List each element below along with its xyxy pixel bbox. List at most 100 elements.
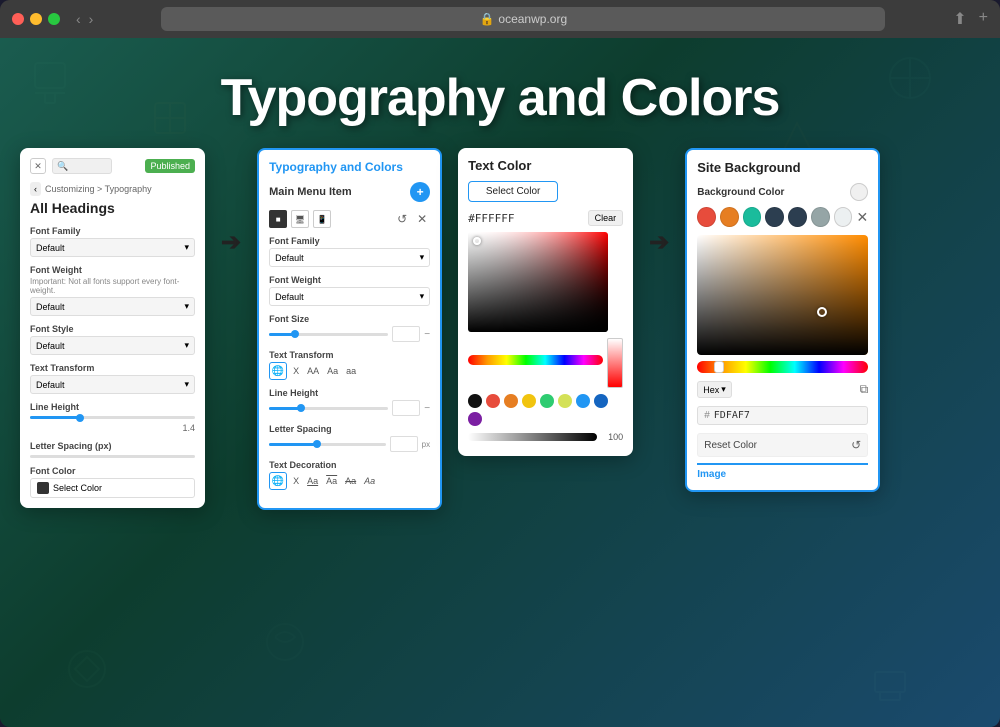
customizer-search[interactable]: 🔍 bbox=[52, 158, 112, 174]
hex-dropdown[interactable]: Hex ▾ bbox=[697, 381, 732, 398]
swatch-orange[interactable] bbox=[720, 207, 739, 227]
typo-font-weight-value: Default bbox=[275, 292, 304, 302]
gradient-black-overlay bbox=[468, 232, 608, 332]
minus-icon[interactable]: − bbox=[424, 403, 430, 414]
opacity-bar[interactable] bbox=[607, 338, 623, 388]
preset-red[interactable] bbox=[486, 394, 500, 408]
new-tab-icon[interactable]: + bbox=[979, 9, 988, 29]
back-button[interactable]: ‹ bbox=[30, 182, 41, 196]
bg-color-circle[interactable] bbox=[850, 183, 868, 201]
hue-slider-wide[interactable] bbox=[697, 361, 868, 373]
image-tab[interactable]: Image bbox=[697, 463, 868, 480]
refresh-icon[interactable]: ↺ bbox=[851, 438, 861, 452]
clear-label: Clear bbox=[595, 213, 617, 223]
preset-purple[interactable] bbox=[468, 412, 482, 426]
globe-dec-icon[interactable]: 🌐 bbox=[269, 472, 287, 490]
maximize-dot[interactable] bbox=[48, 13, 60, 25]
select-color-button[interactable]: Select Color bbox=[30, 478, 195, 498]
url-text: oceanwp.org bbox=[498, 12, 567, 26]
line-height-input[interactable] bbox=[392, 400, 420, 416]
share-icon[interactable]: ⬆ bbox=[953, 9, 966, 29]
back-nav: ‹ Customizing > Typography bbox=[30, 182, 195, 196]
preset-orange[interactable] bbox=[504, 394, 518, 408]
url-bar[interactable]: 🔒 oceanwp.org bbox=[161, 7, 885, 31]
opacity-slider[interactable] bbox=[468, 433, 597, 441]
font-color-section: Font Color Select Color bbox=[30, 466, 195, 498]
letter-spacing-input[interactable] bbox=[390, 436, 418, 452]
transform-x[interactable]: X bbox=[291, 366, 301, 376]
swatch-light[interactable] bbox=[834, 207, 853, 227]
font-weight-select[interactable]: Default ▾ bbox=[30, 297, 195, 316]
font-size-slider[interactable] bbox=[269, 333, 388, 336]
letter-spacing-slider[interactable] bbox=[269, 443, 386, 446]
text-transform-select[interactable]: Default ▾ bbox=[30, 375, 195, 394]
back-button[interactable]: ‹ bbox=[76, 11, 81, 27]
desktop-icon[interactable]: 🖥 bbox=[291, 210, 309, 228]
transform-aa-title[interactable]: Aa bbox=[325, 366, 340, 376]
preset-yellow[interactable] bbox=[522, 394, 536, 408]
dec-linethrough[interactable]: Aa bbox=[343, 476, 358, 486]
dec-italic[interactable]: Aa bbox=[362, 476, 377, 486]
select-color-button[interactable]: Select Color bbox=[468, 181, 558, 202]
typo-line-height-slider-row: − bbox=[269, 400, 430, 416]
close-swatch-icon[interactable]: ✕ bbox=[856, 209, 868, 226]
customizer-close[interactable]: ✕ bbox=[30, 158, 46, 174]
hex-section: Hex ▾ ⧉ bbox=[697, 381, 868, 398]
swatch-red[interactable] bbox=[697, 207, 716, 227]
close-dot[interactable] bbox=[12, 13, 24, 25]
minus-icon[interactable]: − bbox=[424, 329, 430, 340]
typo-letter-spacing-slider-row: px bbox=[269, 436, 430, 452]
dec-overline[interactable]: Aa bbox=[324, 476, 339, 486]
typo-font-family-select[interactable]: Default ▾ bbox=[269, 248, 430, 267]
clear-button[interactable]: Clear bbox=[588, 210, 624, 226]
opacity-value: 100 bbox=[601, 432, 623, 442]
swatch-dark[interactable] bbox=[788, 207, 807, 227]
color-swatch bbox=[37, 482, 49, 494]
font-style-select[interactable]: Default ▾ bbox=[30, 336, 195, 355]
font-family-select[interactable]: Default ▾ bbox=[30, 238, 195, 257]
hue-slider[interactable] bbox=[468, 355, 603, 365]
color-picker-icon[interactable]: ■ bbox=[269, 210, 287, 228]
transform-aa-upper[interactable]: AA bbox=[305, 366, 321, 376]
mobile-icon[interactable]: 📱 bbox=[313, 210, 331, 228]
lock-icon: 🔒 bbox=[479, 12, 494, 26]
swatch-teal[interactable] bbox=[743, 207, 762, 227]
arrow-2: ➔ bbox=[649, 148, 669, 257]
close-button[interactable]: ✕ bbox=[414, 211, 430, 227]
reset-button[interactable]: ↺ bbox=[394, 211, 410, 227]
line-height-slider[interactable] bbox=[30, 416, 195, 419]
preset-darkblue[interactable] bbox=[594, 394, 608, 408]
preset-yellow2[interactable] bbox=[558, 394, 572, 408]
typo-line-height-label: Line Height bbox=[269, 388, 430, 398]
swatch-gray[interactable] bbox=[811, 207, 830, 227]
preset-black[interactable] bbox=[468, 394, 482, 408]
add-button[interactable]: + bbox=[410, 182, 430, 202]
preset-blue[interactable] bbox=[576, 394, 590, 408]
bg-color-label: Background Color bbox=[697, 183, 868, 201]
dec-underline[interactable]: Aa bbox=[305, 476, 320, 486]
typo-font-weight-select[interactable]: Default ▾ bbox=[269, 287, 430, 306]
font-size-input[interactable] bbox=[392, 326, 420, 342]
minimize-dot[interactable] bbox=[30, 13, 42, 25]
swatch-dark-teal[interactable] bbox=[765, 207, 784, 227]
large-color-picker[interactable] bbox=[697, 235, 868, 355]
dropdown-arrow-icon: ▾ bbox=[184, 340, 189, 351]
typo-letter-spacing-label: Letter Spacing bbox=[269, 424, 430, 434]
palette-icon: ■ bbox=[276, 215, 281, 224]
typo-font-size-section: Font Size − bbox=[269, 314, 430, 342]
dec-x[interactable]: X bbox=[291, 476, 301, 486]
copy-icon[interactable]: ⧉ bbox=[860, 382, 869, 397]
breadcrumb-text: Customizing > Typography bbox=[45, 184, 152, 194]
letter-spacing-slider[interactable] bbox=[30, 455, 195, 458]
hex-input-value[interactable]: FDFAF7 bbox=[714, 410, 750, 421]
line-height-slider[interactable] bbox=[269, 407, 388, 410]
transform-aa-lower[interactable]: aa bbox=[344, 366, 358, 376]
forward-button[interactable]: › bbox=[89, 11, 94, 27]
color-picker-gradient[interactable] bbox=[468, 232, 608, 332]
right-arrow-icon-2: ➔ bbox=[649, 228, 669, 257]
globe-icon[interactable]: 🌐 bbox=[269, 362, 287, 380]
dropdown-arrow-icon: ▾ bbox=[184, 301, 189, 312]
font-style-section: Font Style Default ▾ bbox=[30, 324, 195, 355]
preset-green[interactable] bbox=[540, 394, 554, 408]
font-family-label: Font Family bbox=[30, 226, 195, 236]
